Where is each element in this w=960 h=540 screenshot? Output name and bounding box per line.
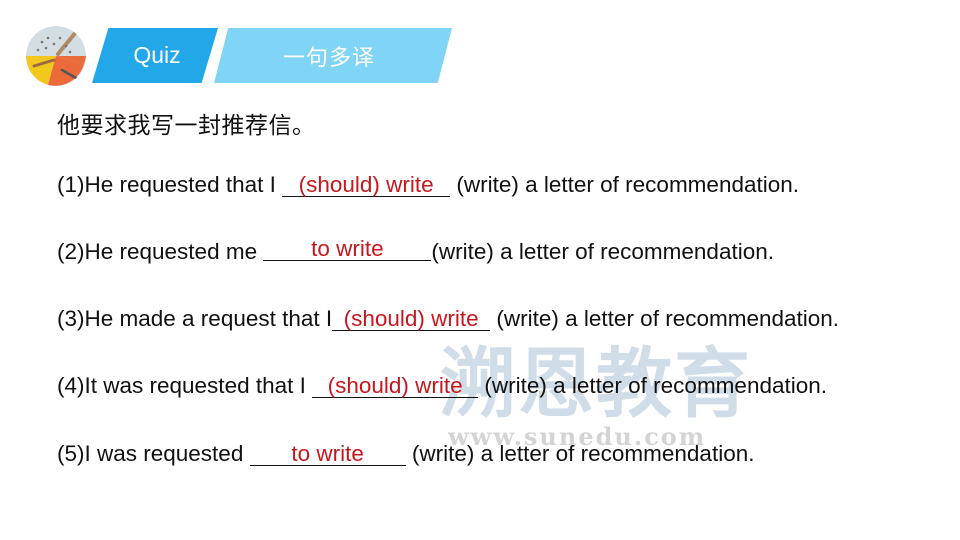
sentence-suffix: (write) a letter of recommendation.: [478, 373, 828, 398]
sentence-5: (5)I was requested to write (write) a le…: [57, 441, 754, 467]
answer-blank[interactable]: (should) write: [312, 373, 479, 398]
sentence-3: (3)He made a request that I (should) writ…: [57, 306, 839, 332]
answer-text: to write: [311, 236, 384, 261]
answer-blank[interactable]: (should) write: [332, 306, 491, 331]
answer-blank[interactable]: to write: [263, 236, 432, 261]
sentence-suffix: (write) a letter of recommendation.: [490, 306, 840, 331]
sentence-2: (2)He requested me to write (write) a let…: [57, 236, 774, 265]
answer-blank[interactable]: to write: [249, 441, 406, 466]
chinese-prompt: 他要求我写一封推荐信。: [57, 113, 316, 139]
sentence-1: (1)He requested that I (should) write (w…: [57, 172, 799, 198]
answer-text: (should) write: [343, 306, 479, 331]
answer-text: (should) write: [327, 373, 463, 398]
sentence-suffix: (write) a letter of recommendation.: [405, 441, 755, 466]
tab-quiz[interactable]: Quiz: [92, 28, 218, 83]
sentence-suffix: (write) a letter of recommendation.: [450, 172, 800, 197]
tab-topic-label: 一句多译: [282, 45, 375, 71]
sentence-prefix: (3)He made a request that I: [57, 306, 333, 331]
tab-quiz-label: Quiz: [133, 42, 181, 68]
tab-topic[interactable]: 一句多译: [214, 28, 452, 83]
logo-icon: [26, 26, 86, 86]
answer-blank[interactable]: (should) write: [282, 172, 451, 197]
sentence-suffix: (write) a letter of recommendation.: [431, 239, 774, 264]
answer-text: (should) write: [298, 172, 434, 197]
sentence-4: (4)It was requested that I (should) writ…: [57, 373, 827, 399]
answer-text: to write: [291, 441, 364, 466]
sentence-prefix: (5)I was requested: [57, 441, 250, 466]
sentence-prefix: (1)He requested that I: [57, 172, 283, 197]
sentence-prefix: (2)He requested me: [57, 239, 264, 264]
sentence-prefix: (4)It was requested that I: [57, 373, 313, 398]
